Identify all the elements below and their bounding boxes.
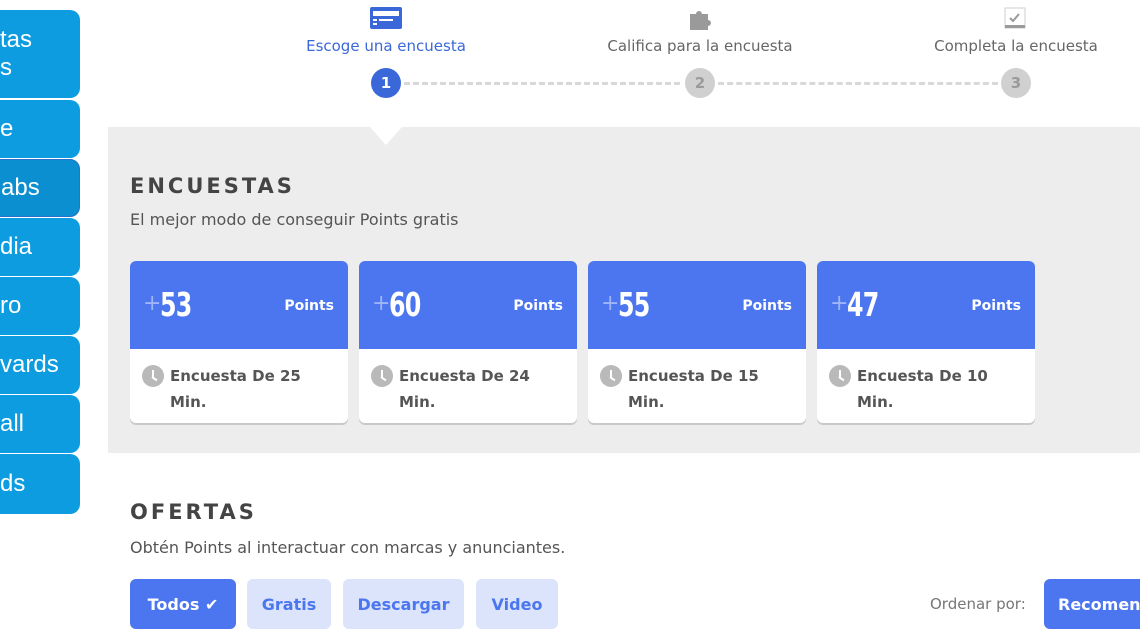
sidebar-item-3[interactable]: abs <box>0 159 80 217</box>
sort-label: Ordenar por: <box>930 595 1026 613</box>
step-label-3: Completa la encuesta <box>934 37 1098 55</box>
filter-descargar-button[interactable]: Descargar <box>343 579 464 629</box>
survey-duration: Encuesta De 25 Min. <box>170 367 301 411</box>
survey-duration: Encuesta De 24 Min. <box>399 367 530 411</box>
sidebar-item-label: tas s <box>0 26 33 81</box>
sidebar-item-8[interactable]: ds <box>0 454 80 514</box>
survey-duration: Encuesta De 15 Min. <box>628 367 759 411</box>
points-label: Points <box>284 298 334 314</box>
clock-icon <box>829 365 851 387</box>
checklist-icon <box>1004 7 1026 29</box>
offers-subtitle: Obtén Points al interactuar con marcas y… <box>130 538 566 557</box>
offers-title: OFERTAS <box>130 500 257 524</box>
sidebar-item-label: e <box>0 115 14 142</box>
step-number-3[interactable]: 3 <box>1001 68 1031 98</box>
clock-icon <box>600 365 622 387</box>
sidebar-item-label: abs <box>1 174 40 201</box>
step-number-1[interactable]: 1 <box>371 68 401 98</box>
points-value: 47 <box>847 285 879 324</box>
sidebar-item-7[interactable]: all <box>0 395 80 453</box>
points-value: 60 <box>389 285 421 324</box>
plus-sign: + <box>372 291 391 316</box>
sidebar-item-6[interactable]: vards <box>0 336 80 394</box>
step-connector <box>718 82 998 85</box>
clock-icon <box>371 365 393 387</box>
survey-card-header: + 60 Points <box>359 261 577 349</box>
points-value: 53 <box>160 285 192 324</box>
panel-pointer <box>370 127 402 145</box>
filter-gratis-button[interactable]: Gratis <box>247 579 331 629</box>
step-label-1: Escoge una encuesta <box>306 37 466 55</box>
filter-todos-button[interactable]: Todos ✔ <box>130 579 236 629</box>
puzzle-icon <box>690 11 711 30</box>
sidebar-item-label: vards <box>0 351 59 378</box>
step-label-2: Califica para la encuesta <box>607 37 793 55</box>
survey-list-icon <box>370 7 402 29</box>
surveys-title: ENCUESTAS <box>130 174 295 198</box>
surveys-subtitle: El mejor modo de conseguir Points gratis <box>130 210 459 229</box>
survey-card[interactable]: + 47 Points Encuesta De 10 Min. <box>817 261 1035 423</box>
survey-card-body: Encuesta De 15 Min. <box>588 349 806 415</box>
step-number-2[interactable]: 2 <box>685 68 715 98</box>
sort-dropdown[interactable]: Recomen <box>1044 579 1140 629</box>
survey-card[interactable]: + 60 Points Encuesta De 24 Min. <box>359 261 577 423</box>
clock-icon <box>142 365 164 387</box>
sidebar: tas s e abs dia ro vards all ds <box>0 0 81 641</box>
plus-sign: + <box>143 291 162 316</box>
survey-card[interactable]: + 55 Points Encuesta De 15 Min. <box>588 261 806 423</box>
survey-card-body: Encuesta De 24 Min. <box>359 349 577 415</box>
points-label: Points <box>971 298 1021 314</box>
sidebar-item-4[interactable]: dia <box>0 218 80 276</box>
sidebar-item-label: ds <box>0 470 26 497</box>
sidebar-item-2[interactable]: e <box>0 100 80 158</box>
survey-card-header: + 53 Points <box>130 261 348 349</box>
step-connector <box>404 82 680 85</box>
survey-card-header: + 55 Points <box>588 261 806 349</box>
plus-sign: + <box>830 291 849 316</box>
survey-card[interactable]: + 53 Points Encuesta De 25 Min. <box>130 261 348 423</box>
plus-sign: + <box>601 291 620 316</box>
sidebar-item-label: ro <box>0 292 22 319</box>
points-label: Points <box>742 298 792 314</box>
filter-video-button[interactable]: Video <box>476 579 558 629</box>
sidebar-item-encuestas[interactable]: tas s <box>0 10 80 98</box>
survey-duration: Encuesta De 10 Min. <box>857 367 988 411</box>
survey-card-body: Encuesta De 25 Min. <box>130 349 348 415</box>
sidebar-item-label: dia <box>0 233 33 260</box>
points-label: Points <box>513 298 563 314</box>
survey-card-header: + 47 Points <box>817 261 1035 349</box>
sidebar-item-label: all <box>0 410 25 437</box>
sidebar-item-5[interactable]: ro <box>0 277 80 335</box>
survey-card-body: Encuesta De 10 Min. <box>817 349 1035 415</box>
points-value: 55 <box>618 285 650 324</box>
